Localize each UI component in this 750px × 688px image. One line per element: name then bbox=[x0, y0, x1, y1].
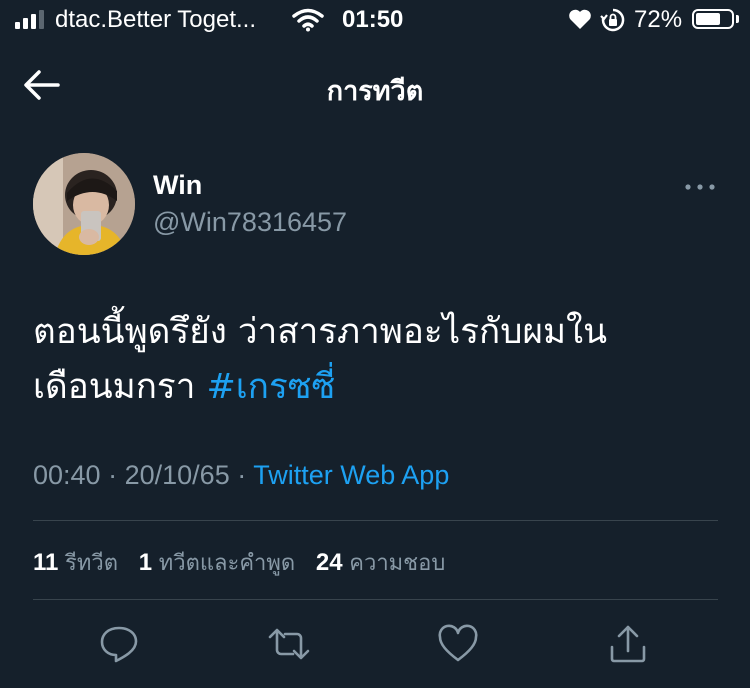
meta-separator: · bbox=[108, 460, 118, 490]
avatar[interactable] bbox=[33, 153, 135, 255]
orientation-lock-icon bbox=[600, 8, 626, 39]
display-name[interactable]: Win bbox=[153, 170, 202, 201]
user-handle[interactable]: @Win78316457 bbox=[153, 207, 347, 238]
quotes-count: 1 bbox=[138, 549, 153, 576]
reply-button[interactable] bbox=[97, 622, 141, 666]
tweet-text: ตอนนี้พูดรึยัง ว่าสารภาพอะไรกับผมใน เดือ… bbox=[33, 305, 723, 415]
status-time: 01:50 bbox=[342, 6, 404, 33]
status-bar: dtac.Better Toget... 01:50 72% bbox=[0, 0, 750, 42]
tweet-source-link[interactable]: Twitter Web App bbox=[253, 460, 449, 490]
retweets-label: รีทวีต bbox=[65, 551, 119, 576]
battery-percent: 72% bbox=[634, 6, 683, 33]
tweet-meta: 00:40 · 20/10/65 · Twitter Web App bbox=[33, 460, 449, 491]
likes-count: 24 bbox=[315, 549, 343, 576]
tweet-text-line: ตอนนี้พูดรึยัง ว่าสารภาพอะไรกับผมใน bbox=[33, 312, 608, 352]
divider bbox=[33, 520, 718, 521]
tweet-stats: 11 รีทวีต 1 ทวีตและคำพูด 24 ความชอบ bbox=[33, 545, 459, 580]
cellular-signal-icon bbox=[15, 9, 44, 29]
tweet-date: 20/10/65 bbox=[124, 460, 230, 490]
battery-level bbox=[696, 13, 720, 25]
battery-icon bbox=[692, 9, 734, 29]
like-button[interactable] bbox=[436, 622, 480, 666]
hashtag-link[interactable]: #เกรซซี่ bbox=[206, 367, 335, 407]
retweets-count: 11 bbox=[33, 549, 59, 576]
carrier-name: dtac.Better Toget... bbox=[55, 6, 257, 33]
quotes-stat[interactable]: 1 ทวีตและคำพูด bbox=[139, 549, 296, 576]
wifi-icon bbox=[292, 8, 324, 39]
likes-label: ความชอบ bbox=[349, 551, 446, 576]
retweets-stat[interactable]: 11 รีทวีต bbox=[33, 549, 118, 576]
share-button[interactable] bbox=[606, 622, 650, 666]
more-options-button[interactable] bbox=[680, 172, 720, 202]
reply-icon bbox=[100, 626, 138, 663]
profile-photo bbox=[33, 153, 135, 255]
tweet-detail-screen: dtac.Better Toget... 01:50 72% การทวีต W… bbox=[0, 0, 750, 688]
page-title: การทวีต bbox=[326, 76, 424, 106]
heart-icon bbox=[568, 8, 592, 37]
quotes-label: ทวีตและคำพูด bbox=[158, 551, 296, 576]
more-horizontal-icon bbox=[685, 184, 715, 190]
top-nav-bar: การทวีต bbox=[0, 55, 750, 115]
like-icon bbox=[438, 624, 478, 662]
retweet-button[interactable] bbox=[267, 622, 311, 666]
meta-separator: · bbox=[237, 460, 247, 490]
divider bbox=[33, 599, 718, 600]
tweet-text-fragment: เดือนมกรา bbox=[33, 367, 207, 407]
tweet-time: 00:40 bbox=[33, 460, 101, 490]
likes-stat[interactable]: 24 ความชอบ bbox=[316, 549, 445, 576]
share-icon bbox=[610, 625, 646, 663]
retweet-icon bbox=[268, 628, 310, 660]
battery-terminal bbox=[736, 15, 739, 23]
tweet-text-line: เดือนมกรา #เกรซซี่ bbox=[33, 360, 723, 415]
